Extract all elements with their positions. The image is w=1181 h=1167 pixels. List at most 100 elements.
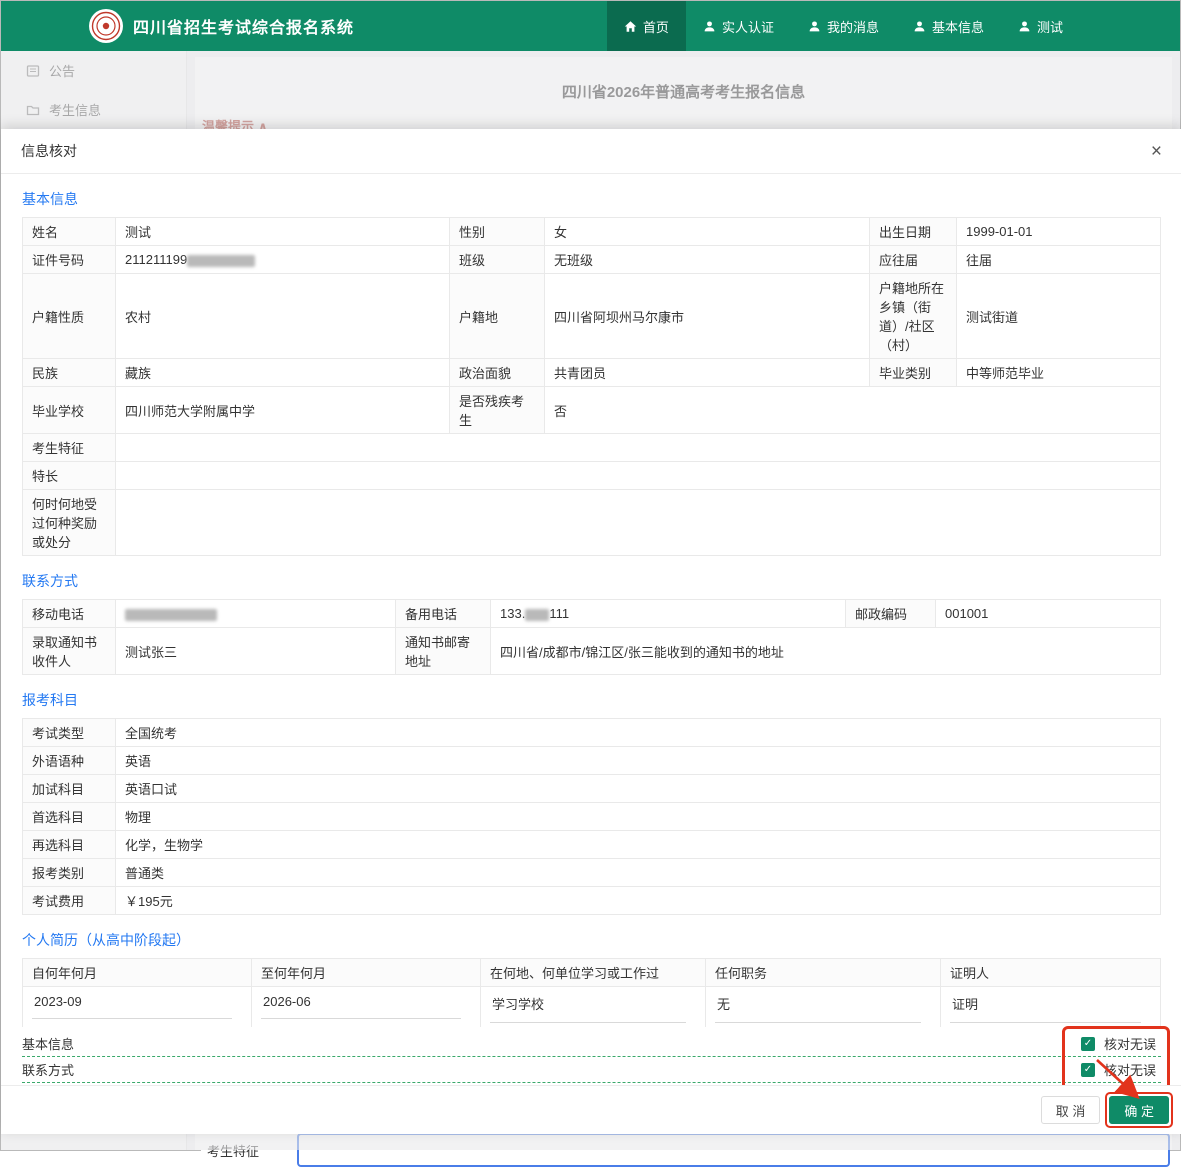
table-row: 毕业学校 四川师范大学附属中学 是否残疾考生 否 [23, 387, 1161, 434]
field-value: 133.111 [491, 600, 846, 628]
modal-footer: 取 消 确 定 [1, 1085, 1181, 1134]
table-row: 报考类别普通类 [23, 859, 1161, 887]
confirm-checkbox-basic[interactable]: ✓ 核对无误 [1081, 1034, 1156, 1053]
app-title: 四川省招生考试综合报名系统 [133, 14, 354, 38]
field-label: 何时何地受过何种奖励或处分 [23, 490, 116, 556]
table-row: 考生特征 [23, 434, 1161, 462]
checkbox-checked-icon[interactable]: ✓ [1081, 1037, 1095, 1051]
field-label: 加试科目 [23, 775, 116, 803]
field-value: 001001 [936, 600, 1161, 628]
table-row: 录取通知书收件人 测试张三 通知书邮寄地址 四川省/成都市/锦江区/张三能收到的… [23, 628, 1161, 675]
field-value [116, 490, 1161, 556]
field-value: 四川省阿坝州马尔康市 [545, 274, 870, 359]
user-icon [913, 20, 926, 33]
column-header: 在何地、何单位学习或工作过 [481, 959, 706, 987]
seal-logo-icon [91, 11, 121, 41]
field-label: 特长 [23, 462, 116, 490]
redacted-phone-digits [525, 609, 549, 621]
field-label: 备用电话 [396, 600, 491, 628]
resume-cell: 2023-09 [23, 987, 252, 1028]
field-value: 英语口试 [116, 775, 1161, 803]
field-value: 农村 [116, 274, 450, 359]
resume-cell: 无 [706, 987, 941, 1028]
field-label: 性别 [450, 218, 545, 246]
field-value [116, 462, 1161, 490]
field-value: 四川省/成都市/锦江区/张三能收到的通知书的地址 [491, 628, 1161, 675]
nav-item-real-auth[interactable]: 实人认证 [686, 1, 791, 51]
field-label: 户籍地所在乡镇（街道）/社区（村） [870, 274, 957, 359]
table-row: 考试类型全国统考 [23, 719, 1161, 747]
table-row: 2023-09 2026-06 学习学校 无 证明 [23, 987, 1161, 1028]
field-value: 化学，生物学 [116, 831, 1161, 859]
section-heading-resume: 个人简历（从高中阶段起） [22, 930, 1161, 950]
field-value: 共青团员 [545, 359, 870, 387]
confirm-row-contact: 联系方式 ✓ 核对无误 [22, 1057, 1161, 1083]
field-value: 1999-01-01 [957, 218, 1161, 246]
user-icon [703, 20, 716, 33]
confirm-checkbox-contact[interactable]: ✓ 核对无误 [1081, 1060, 1156, 1079]
checkbox-label[interactable]: 核对无误 [1104, 1034, 1156, 1053]
main-nav: 首页 实人认证 我的消息 基本信息 [607, 1, 1080, 51]
resume-field: 无 [715, 993, 921, 1023]
field-value: 英语 [116, 747, 1161, 775]
checkbox-checked-icon[interactable]: ✓ [1081, 1063, 1095, 1077]
section-heading-basic: 基本信息 [22, 189, 1161, 209]
user-icon [1018, 20, 1031, 33]
field-label: 首选科目 [23, 803, 116, 831]
nav-item-test[interactable]: 测试 [1001, 1, 1080, 51]
nav-label: 我的消息 [827, 17, 879, 36]
field-value: 全国统考 [116, 719, 1161, 747]
nav-label: 基本信息 [932, 17, 984, 36]
checkbox-label[interactable]: 核对无误 [1104, 1060, 1156, 1079]
field-value: 往届 [957, 246, 1161, 274]
id-number-visible: 211211199 [125, 252, 187, 267]
field-label: 户籍地 [450, 274, 545, 359]
field-label: 移动电话 [23, 600, 116, 628]
field-label: 应往届 [870, 246, 957, 274]
resume-cell: 证明 [941, 987, 1161, 1028]
field-value: 物理 [116, 803, 1161, 831]
column-header: 证明人 [941, 959, 1161, 987]
backup-phone-prefix: 133. [500, 606, 525, 621]
field-label: 出生日期 [870, 218, 957, 246]
cancel-button[interactable]: 取 消 [1041, 1096, 1101, 1124]
table-row: 再选科目化学，生物学 [23, 831, 1161, 859]
resume-field: 学习学校 [490, 993, 686, 1023]
field-value: 211211199 [116, 246, 450, 274]
confirm-button[interactable]: 确 定 [1109, 1096, 1169, 1124]
basic-info-table: 姓名 测试 性别 女 出生日期 1999-01-01 证件号码 21121119… [22, 217, 1161, 556]
redacted-id-digits [187, 255, 255, 267]
confirm-row-label: 联系方式 [22, 1060, 74, 1079]
nav-item-basic-info[interactable]: 基本信息 [896, 1, 1001, 51]
field-value: 中等师范毕业 [957, 359, 1161, 387]
contact-table: 移动电话 备用电话 133.111 邮政编码 001001 录取通知书收件人 测… [22, 599, 1161, 675]
table-row: 自何年何月 至何年何月 在何地、何单位学习或工作过 任何职务 证明人 [23, 959, 1161, 987]
resume-field: 2026-06 [261, 993, 461, 1019]
nav-item-home[interactable]: 首页 [607, 1, 686, 51]
modal-body: 基本信息 姓名 测试 性别 女 出生日期 1999-01-01 证件号码 211… [1, 174, 1181, 1085]
nav-label: 测试 [1037, 17, 1063, 36]
field-label: 考试类型 [23, 719, 116, 747]
field-label: 通知书邮寄地址 [396, 628, 491, 675]
field-value: 藏族 [116, 359, 450, 387]
modal-header: 信息核对 × [1, 129, 1181, 174]
table-row: 外语语种英语 [23, 747, 1161, 775]
field-value: ￥195元 [116, 887, 1161, 915]
field-label: 是否残疾考生 [450, 387, 545, 434]
table-row: 特长 [23, 462, 1161, 490]
field-value [116, 600, 396, 628]
field-label: 考生特征 [23, 434, 116, 462]
resume-field: 证明 [950, 993, 1141, 1023]
field-label: 考试费用 [23, 887, 116, 915]
nav-label: 实人认证 [722, 17, 774, 36]
section-heading-subjects: 报考科目 [22, 690, 1161, 710]
table-row: 加试科目英语口试 [23, 775, 1161, 803]
table-row: 证件号码 211211199 班级 无班级 应往届 往届 [23, 246, 1161, 274]
field-value: 无班级 [545, 246, 870, 274]
resume-cell: 学习学校 [481, 987, 706, 1028]
field-label: 毕业类别 [870, 359, 957, 387]
confirm-row-label: 基本信息 [22, 1034, 74, 1053]
column-header: 任何职务 [706, 959, 941, 987]
close-icon[interactable]: × [1151, 142, 1162, 161]
nav-item-messages[interactable]: 我的消息 [791, 1, 896, 51]
